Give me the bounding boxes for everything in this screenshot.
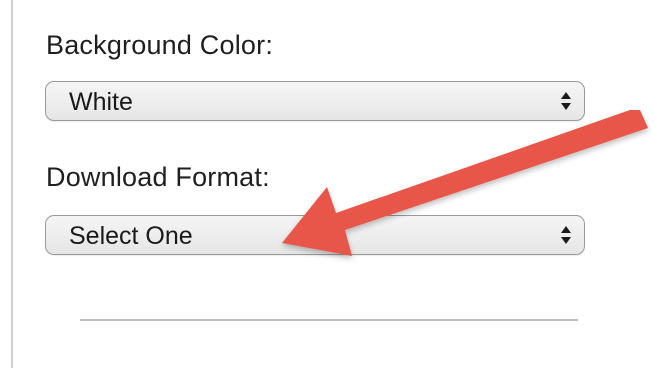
download-format-label: Download Format: (46, 162, 270, 192)
up-down-chevron-icon (561, 226, 571, 244)
panel-left-border (11, 0, 13, 368)
settings-panel: Background Color: White Download Format:… (0, 0, 654, 368)
up-down-chevron-icon (561, 92, 571, 110)
background-color-value: White (69, 88, 133, 116)
download-format-select[interactable]: Select One (45, 215, 585, 255)
download-format-value: Select One (69, 222, 193, 250)
background-color-label: Background Color: (46, 30, 274, 60)
background-color-select[interactable]: White (45, 81, 585, 121)
section-divider (80, 319, 578, 321)
